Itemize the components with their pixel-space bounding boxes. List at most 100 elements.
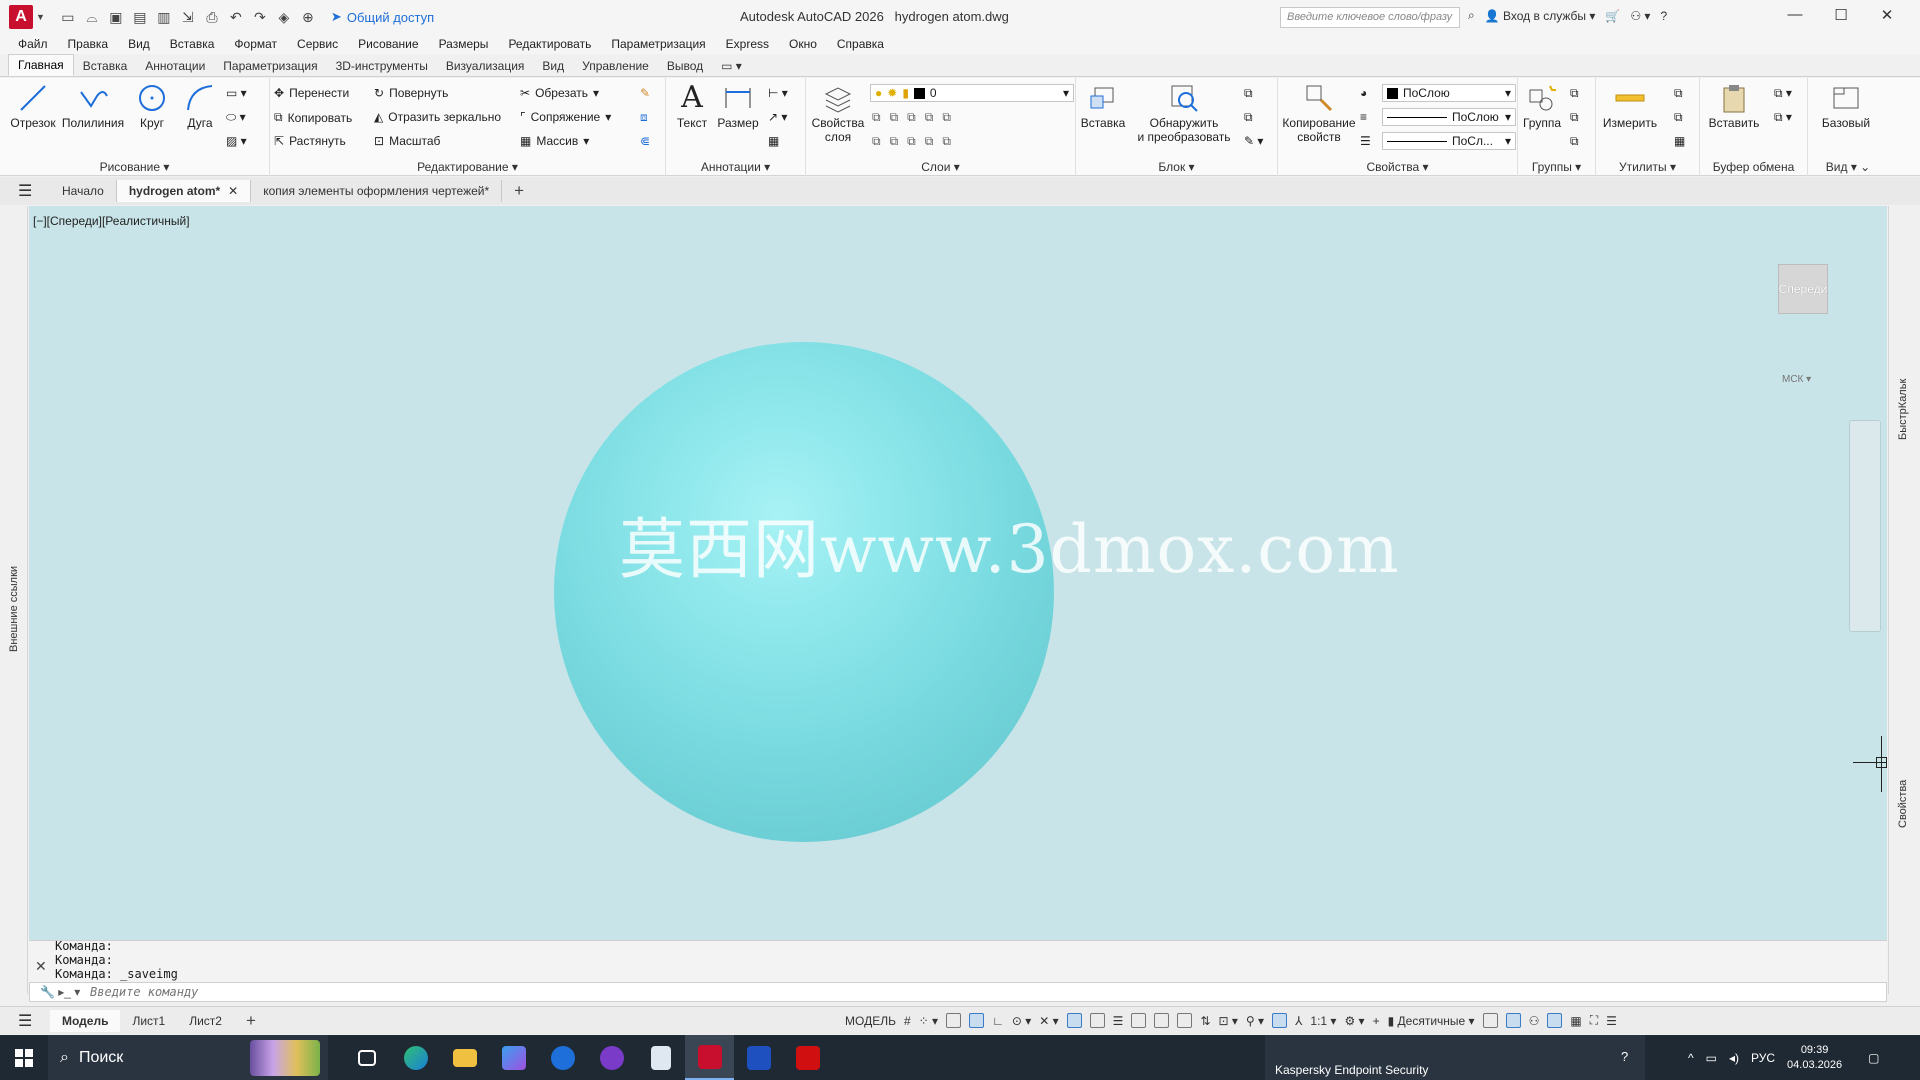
keyword-search-input[interactable]: Введите ключевое слово/фразу: [1280, 7, 1460, 28]
close-command-icon[interactable]: ✕: [35, 958, 47, 975]
share-button[interactable]: ➤ Общий доступ: [331, 9, 434, 25]
panel-properties-title[interactable]: Свойства ▾: [1278, 160, 1517, 174]
lock-ui-icon[interactable]: [1505, 1013, 1521, 1028]
line-button[interactable]: Отрезок: [8, 82, 58, 130]
tab-view[interactable]: Вид: [533, 56, 573, 76]
help-icon[interactable]: ?: [1621, 1049, 1628, 1064]
annomonitor-icon[interactable]: +: [1373, 1014, 1380, 1028]
tab-layout1[interactable]: Лист1: [120, 1010, 177, 1032]
app-menu-chevron-icon[interactable]: ▼: [36, 12, 45, 22]
layer-dropdown[interactable]: ● ✹ ▮ 0 ▾: [870, 84, 1074, 102]
auto-scale-icon[interactable]: [1272, 1013, 1288, 1028]
text-button[interactable]: A Текст: [672, 82, 712, 131]
panel-groups-title[interactable]: Группы ▾: [1518, 160, 1595, 174]
menu-insert[interactable]: Вставка: [170, 37, 227, 51]
task-view-app[interactable]: [342, 1035, 391, 1080]
hamburger-icon[interactable]: ☰: [18, 181, 36, 201]
tab-annotate[interactable]: Аннотации: [136, 56, 214, 76]
menu-edit[interactable]: Правка: [68, 37, 121, 51]
table-button[interactable]: ▦: [768, 134, 779, 148]
panel-utilities-title[interactable]: Утилиты ▾: [1596, 160, 1699, 174]
community-icon[interactable]: ⚇ ▾: [1630, 9, 1650, 23]
create-block-button[interactable]: ⧉: [1244, 86, 1253, 101]
layer-off-icon[interactable]: ⧉: [925, 110, 934, 125]
acrobat-app[interactable]: [783, 1035, 832, 1080]
graphics-performance-icon[interactable]: ▦: [1570, 1014, 1581, 1028]
group-select-button[interactable]: ⧉: [1570, 134, 1579, 149]
save-icon[interactable]: ▣: [107, 8, 125, 26]
hydrogen-atom-sphere[interactable]: [554, 342, 1054, 842]
panel-view-title[interactable]: Вид ▾ ⌄: [1808, 160, 1888, 174]
ellipse-button[interactable]: ⬭ ▾: [226, 110, 246, 125]
copy-clip-button[interactable]: ⧉ ▾: [1774, 110, 1792, 125]
menu-format[interactable]: Формат: [234, 37, 289, 51]
layer-unlock-icon[interactable]: ⧉: [890, 134, 899, 149]
properties-palette-tab[interactable]: Свойства: [1897, 780, 1909, 828]
volume-icon[interactable]: ◂): [1729, 1051, 1739, 1065]
tab-output[interactable]: Вывод: [658, 56, 712, 76]
wrench-icon[interactable]: 🔧 ▸_ ▾: [40, 985, 80, 999]
layer-match-icon[interactable]: ⧉: [872, 110, 881, 125]
autocad-logo-icon[interactable]: A: [9, 5, 33, 29]
menu-view[interactable]: Вид: [128, 37, 162, 51]
save-as-icon[interactable]: ▤: [131, 8, 149, 26]
trim-button[interactable]: ✂ Обрезать ▾: [520, 86, 599, 100]
menu-file[interactable]: Файл: [18, 37, 60, 51]
tab-3d-tools[interactable]: 3D-инструменты: [327, 56, 437, 76]
command-input[interactable]: [90, 985, 1790, 999]
rotate-button[interactable]: ↻ Повернуть: [374, 86, 448, 100]
selection-cycling-icon[interactable]: [1154, 1013, 1170, 1028]
polar-tracking-icon[interactable]: ⊙ ▾: [1012, 1014, 1031, 1028]
open-file-icon[interactable]: ⌓: [83, 8, 101, 26]
layer-merge-icon[interactable]: ⧉: [925, 134, 934, 149]
menu-tools[interactable]: Сервис: [297, 37, 350, 51]
publish-icon[interactable]: ▥: [155, 8, 173, 26]
signin-button[interactable]: 👤 Вход в службы ▾: [1485, 9, 1596, 23]
object-snap-icon[interactable]: [1089, 1013, 1105, 1028]
move-button[interactable]: ✥ Перенести: [274, 86, 349, 100]
minimize-icon[interactable]: —: [1772, 6, 1818, 24]
explorer-app[interactable]: [440, 1035, 489, 1080]
arc-button[interactable]: Дуга: [178, 82, 222, 130]
tab-drawing-elements-copy[interactable]: копия элементы оформления чертежей*: [251, 180, 503, 202]
layer-freeze-icon[interactable]: ⧉: [942, 110, 951, 125]
ucs-icon[interactable]: ⇅: [1200, 1014, 1210, 1028]
isometric-icon[interactable]: ✕ ▾: [1039, 1014, 1058, 1028]
circle-button[interactable]: Круг: [130, 82, 174, 130]
annotation-scale-value[interactable]: 1:1 ▾: [1310, 1014, 1336, 1028]
stretch-button[interactable]: ⇱ Растянуть: [274, 134, 346, 148]
scale-button[interactable]: ⊡ Масштаб: [374, 134, 440, 148]
quick-properties-icon[interactable]: [1482, 1013, 1498, 1028]
menu-parametric[interactable]: Параметризация: [611, 37, 717, 51]
linear-dim-button[interactable]: ⊢ ▾: [768, 86, 788, 100]
quick-select-button[interactable]: ⧉: [1674, 86, 1683, 101]
cut-button[interactable]: ⧉ ▾: [1774, 86, 1792, 101]
wcs-menu[interactable]: МСК ▾: [1782, 374, 1811, 385]
layer-prev-icon[interactable]: ⧉: [890, 110, 899, 125]
layout-menu-icon[interactable]: ☰: [18, 1011, 36, 1031]
print-icon[interactable]: ⎙: [203, 8, 221, 26]
snap-icon[interactable]: ⁘ ▾: [919, 1014, 938, 1028]
close-icon[interactable]: ✕: [1864, 6, 1910, 24]
offset-button[interactable]: ⋐: [640, 134, 650, 148]
menu-draw[interactable]: Рисование: [358, 37, 430, 51]
linetype-dropdown[interactable]: ПоСлою ▾: [1382, 108, 1516, 126]
clock[interactable]: 09:39 04.03.2026: [1787, 1043, 1842, 1073]
maximize-icon[interactable]: ☐: [1818, 6, 1864, 24]
quickcalc-tab[interactable]: БыстрКальк: [1897, 379, 1909, 440]
calculator-button[interactable]: ▦: [1674, 134, 1685, 148]
model-space-button[interactable]: МОДЕЛЬ: [845, 1014, 896, 1028]
search-icon[interactable]: ⌕: [1468, 8, 1475, 23]
web-icon[interactable]: ⊕: [299, 8, 317, 26]
import-icon[interactable]: ⇲: [179, 8, 197, 26]
edit-block-button[interactable]: ⧉: [1244, 110, 1253, 125]
app-infinity[interactable]: [587, 1035, 636, 1080]
base-view-button[interactable]: Базовый: [1816, 82, 1876, 130]
new-tab-icon[interactable]: +: [514, 181, 524, 201]
tab-model[interactable]: Модель: [50, 1009, 121, 1032]
new-layout-icon[interactable]: +: [246, 1011, 256, 1031]
start-button[interactable]: [0, 1035, 48, 1080]
hatch-button[interactable]: ▨ ▾: [226, 134, 247, 148]
network-icon[interactable]: ▭: [1706, 1051, 1717, 1065]
select-all-button[interactable]: ⧉: [1674, 110, 1683, 125]
